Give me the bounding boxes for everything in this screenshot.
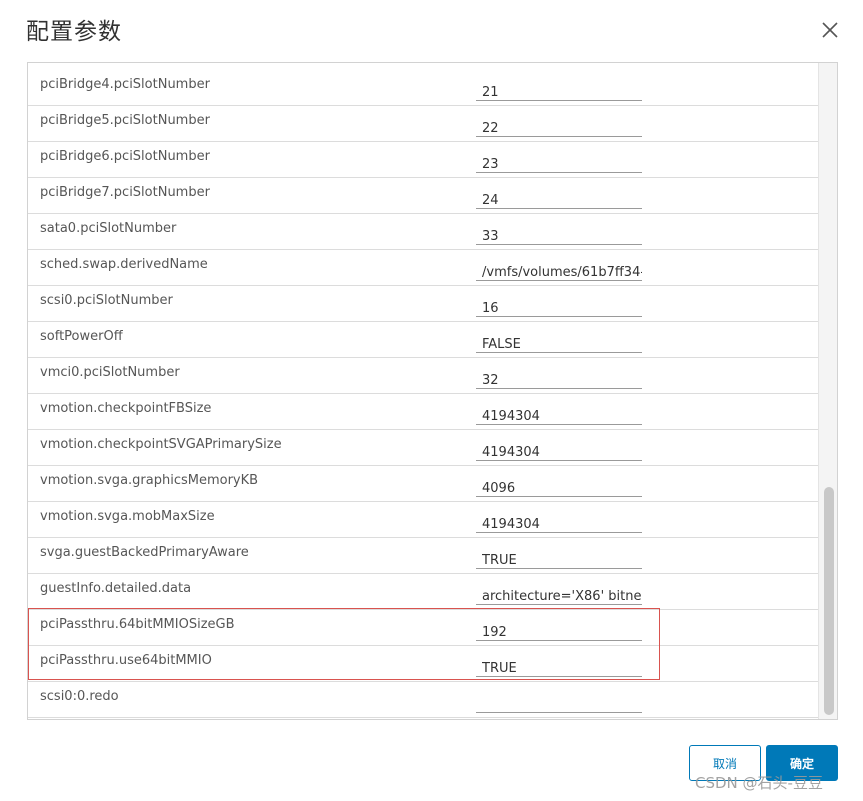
param-value-input[interactable] xyxy=(476,295,642,317)
dialog-title: 配置参数 xyxy=(26,19,122,45)
param-row: pciPassthru.64bitMMIOSizeGB xyxy=(28,610,818,646)
param-value-input[interactable] xyxy=(476,475,642,497)
param-row: scsi0:0.redo xyxy=(28,682,818,718)
param-value-input[interactable] xyxy=(476,223,642,245)
param-value-input[interactable] xyxy=(476,619,642,641)
param-value-input[interactable] xyxy=(476,511,642,533)
param-row: sched.swap.derivedName xyxy=(28,250,818,286)
param-row: svga.guestBackedPrimaryAware xyxy=(28,538,818,574)
param-name: scsi0.pciSlotNumber xyxy=(40,293,173,308)
scrollbar[interactable] xyxy=(818,63,837,719)
param-row: pciPassthru.use64bitMMIO xyxy=(28,646,818,682)
param-value-input[interactable] xyxy=(476,331,642,353)
param-name: sata0.pciSlotNumber xyxy=(40,221,177,236)
param-value-input[interactable] xyxy=(476,259,642,281)
param-value-input[interactable] xyxy=(476,151,642,173)
param-value-input[interactable] xyxy=(476,655,642,677)
param-name: softPowerOff xyxy=(40,329,123,344)
watermark: CSDN @石头-豆豆 xyxy=(695,774,823,792)
param-value-input[interactable] xyxy=(476,367,642,389)
param-value-input[interactable] xyxy=(476,691,642,713)
param-name: scsi0:0.redo xyxy=(40,689,119,704)
param-name: sched.swap.derivedName xyxy=(40,257,208,272)
param-row: softPowerOff xyxy=(28,322,818,358)
param-row: scsi0.pciSlotNumber xyxy=(28,286,818,322)
param-name: vmotion.svga.graphicsMemoryKB xyxy=(40,473,259,488)
param-row: pciBridge4.pciSlotNumber xyxy=(28,70,818,106)
param-row: pciBridge7.pciSlotNumber xyxy=(28,178,818,214)
param-name: pciPassthru.use64bitMMIO xyxy=(40,653,212,668)
params-rows: pciBridge4.pciSlotNumber pciBridge5.pciSl… xyxy=(28,70,818,718)
param-name: pciBridge6.pciSlotNumber xyxy=(40,149,210,164)
close-icon[interactable] xyxy=(818,18,842,42)
param-row: vmotion.svga.mobMaxSize xyxy=(28,502,818,538)
scrollbar-thumb[interactable] xyxy=(824,487,834,715)
param-value-input[interactable] xyxy=(476,403,642,425)
param-row: vmci0.pciSlotNumber xyxy=(28,358,818,394)
param-row: vmotion.svga.graphicsMemoryKB xyxy=(28,466,818,502)
param-name: svga.guestBackedPrimaryAware xyxy=(40,545,249,560)
param-name: pciBridge7.pciSlotNumber xyxy=(40,185,210,200)
param-row: sata0.pciSlotNumber xyxy=(28,214,818,250)
param-row: vmotion.checkpointFBSize xyxy=(28,394,818,430)
param-row: guestInfo.detailed.data xyxy=(28,574,818,610)
param-name: pciBridge4.pciSlotNumber xyxy=(40,77,210,92)
param-value-input[interactable] xyxy=(476,583,642,605)
config-params-dialog: 配置参数 pciBridge4.pciSlotNumber pciBridge5.… xyxy=(0,0,863,801)
param-name: vmotion.svga.mobMaxSize xyxy=(40,509,215,524)
params-table: pciBridge4.pciSlotNumber pciBridge5.pciSl… xyxy=(27,62,838,720)
param-value-input[interactable] xyxy=(476,115,642,137)
param-name: vmotion.checkpointFBSize xyxy=(40,401,212,416)
param-value-input[interactable] xyxy=(476,547,642,569)
param-value-input[interactable] xyxy=(476,439,642,461)
param-row: pciBridge5.pciSlotNumber xyxy=(28,106,818,142)
param-row: pciBridge6.pciSlotNumber xyxy=(28,142,818,178)
param-name: guestInfo.detailed.data xyxy=(40,581,192,596)
param-name: pciPassthru.64bitMMIOSizeGB xyxy=(40,617,235,632)
param-name: vmci0.pciSlotNumber xyxy=(40,365,180,380)
param-row: vmotion.checkpointSVGAPrimarySize xyxy=(28,430,818,466)
param-name: pciBridge5.pciSlotNumber xyxy=(40,113,210,128)
param-value-input[interactable] xyxy=(476,79,642,101)
param-value-input[interactable] xyxy=(476,187,642,209)
param-name: vmotion.checkpointSVGAPrimarySize xyxy=(40,437,282,452)
